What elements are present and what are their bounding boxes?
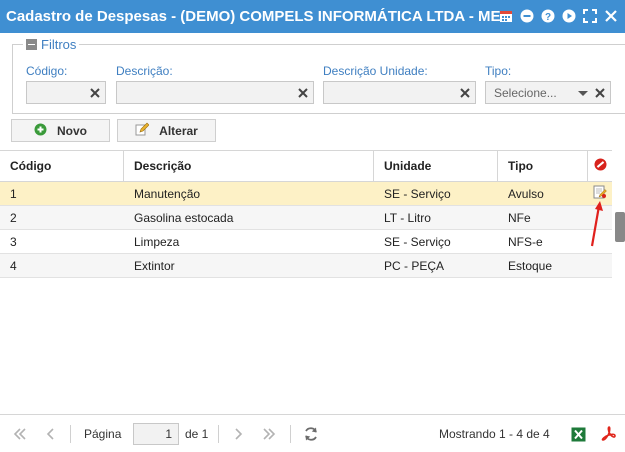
table-row[interactable]: 1 Manutenção SE - Serviço Avulso — [0, 182, 612, 206]
cell-codigo: 2 — [10, 210, 17, 225]
cell-codigo: 1 — [10, 186, 17, 201]
cell-codigo: 4 — [10, 258, 17, 273]
help-icon[interactable]: ? — [540, 8, 556, 24]
cell-unidade: LT - Litro — [384, 210, 431, 225]
add-icon — [34, 123, 47, 139]
calendar-icon[interactable] — [498, 8, 514, 24]
novo-button[interactable]: Novo — [11, 119, 110, 142]
excel-export-icon[interactable] — [570, 426, 586, 442]
alterar-button[interactable]: Alterar — [117, 119, 216, 142]
close-icon[interactable] — [603, 8, 619, 24]
cell-descricao: Limpeza — [134, 234, 180, 249]
scrollbar-handle[interactable] — [615, 212, 625, 242]
clear-descricao-icon[interactable] — [296, 86, 310, 100]
cell-tipo: Avulso — [508, 186, 544, 201]
cell-descricao: Gasolina estocada — [134, 210, 234, 225]
alterar-button-label: Alterar — [159, 123, 198, 138]
filters-legend-label: Filtros — [41, 37, 77, 52]
codigo-field — [26, 81, 106, 104]
expenses-table: Código Descrição Unidade Tipo 1 Manutenç… — [0, 150, 612, 278]
last-page-icon[interactable] — [261, 426, 277, 442]
pdf-export-icon[interactable] — [601, 426, 617, 442]
minimize-icon[interactable] — [519, 8, 535, 24]
pager-separator — [218, 425, 219, 443]
cell-unidade: PC - PEÇA — [384, 258, 445, 273]
collapse-icon[interactable] — [26, 39, 37, 50]
pager-separator — [70, 425, 71, 443]
column-header-tipo[interactable]: Tipo — [498, 151, 588, 181]
window-title: Cadastro de Despesas - (DEMO) COMPELS IN… — [6, 8, 500, 25]
descricao-field — [116, 81, 314, 104]
column-header-codigo[interactable]: Código — [0, 151, 124, 181]
cell-unidade: SE - Serviço — [384, 186, 451, 201]
previous-page-icon[interactable] — [43, 426, 59, 442]
filters-legend[interactable]: Filtros — [23, 37, 80, 52]
column-header-delete[interactable] — [588, 151, 612, 181]
row-empty-cell — [588, 254, 612, 277]
table-header: Código Descrição Unidade Tipo — [0, 150, 612, 182]
descricao-unidade-field — [323, 81, 476, 104]
table-row[interactable]: 4 Extintor PC - PEÇA Estoque — [0, 254, 612, 278]
refresh-icon[interactable] — [303, 426, 319, 442]
fullscreen-icon[interactable] — [582, 8, 598, 24]
next-page-icon[interactable] — [230, 426, 246, 442]
cell-codigo: 3 — [10, 234, 17, 249]
play-icon[interactable] — [561, 8, 577, 24]
table-row[interactable]: 3 Limpeza SE - Serviço NFS-e — [0, 230, 612, 254]
descricao-input[interactable] — [117, 82, 313, 103]
clear-codigo-icon[interactable] — [88, 86, 102, 100]
tipo-input[interactable] — [486, 82, 610, 103]
pagination-bar: Página de 1 Mostrando 1 - 4 de 4 — [0, 414, 625, 452]
tipo-label: Tipo: — [485, 64, 512, 78]
cell-unidade: SE - Serviço — [384, 234, 451, 249]
no-entry-icon[interactable] — [594, 158, 607, 174]
page-label: Página — [84, 427, 122, 441]
cell-descricao: Extintor — [134, 258, 175, 273]
window-titlebar: Cadastro de Despesas - (DEMO) COMPELS IN… — [0, 0, 625, 33]
cell-tipo: NFe — [508, 210, 531, 225]
novo-button-label: Novo — [57, 123, 87, 138]
page-count-label: de 1 — [185, 427, 209, 441]
first-page-icon[interactable] — [12, 426, 28, 442]
descricao-unidade-label: Descrição Unidade: — [323, 64, 428, 78]
clear-tipo-icon[interactable] — [593, 86, 607, 100]
cell-tipo: NFS-e — [508, 234, 543, 249]
cell-descricao: Manutenção — [134, 186, 201, 201]
svg-text:?: ? — [545, 12, 551, 23]
page-number-input[interactable] — [133, 423, 179, 445]
descricao-unidade-input[interactable] — [324, 82, 475, 103]
descricao-label: Descrição: — [116, 64, 173, 78]
column-header-descricao[interactable]: Descrição — [124, 151, 374, 181]
column-header-unidade[interactable]: Unidade — [374, 151, 498, 181]
records-count: Mostrando 1 - 4 de 4 — [439, 427, 550, 441]
table-row[interactable]: 2 Gasolina estocada LT - Litro NFe — [0, 206, 612, 230]
tipo-select[interactable] — [485, 81, 611, 104]
edit-icon — [135, 122, 150, 139]
clear-descricao-unidade-icon[interactable] — [458, 86, 472, 100]
annotation-arrow — [590, 201, 603, 247]
chevron-down-icon[interactable] — [578, 91, 588, 96]
cell-tipo: Estoque — [508, 258, 553, 273]
pager-separator — [290, 425, 291, 443]
codigo-label: Código: — [26, 64, 68, 78]
